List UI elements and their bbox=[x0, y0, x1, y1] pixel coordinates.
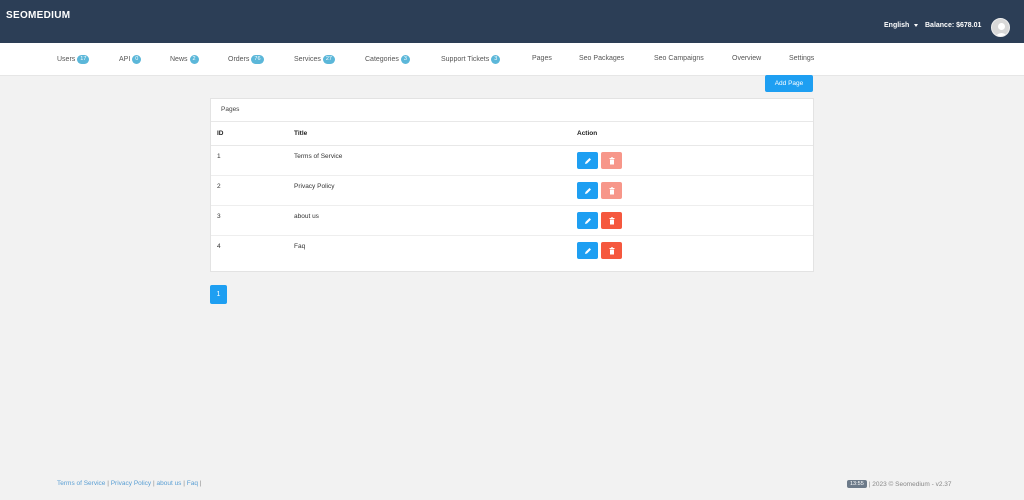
footer-link-terms[interactable]: Terms of Service bbox=[57, 480, 105, 487]
column-header-id: ID bbox=[217, 130, 224, 137]
pencil-icon bbox=[584, 217, 591, 224]
user-avatar[interactable] bbox=[991, 18, 1010, 37]
row-id: 3 bbox=[217, 213, 221, 220]
row-title: Faq bbox=[294, 243, 306, 250]
nav-services[interactable]: Services 27 bbox=[294, 55, 335, 64]
footer-links: Terms of Service | Privacy Policy | abou… bbox=[57, 480, 202, 487]
column-header-title: Title bbox=[294, 130, 308, 137]
footer-link-about[interactable]: about us bbox=[157, 480, 182, 487]
table-header: ID Title Action bbox=[211, 122, 813, 146]
nav-orders[interactable]: Orders 76 bbox=[228, 55, 264, 64]
trash-icon bbox=[609, 186, 614, 194]
table-row: 3 about us bbox=[211, 206, 813, 236]
count-badge: 76 bbox=[251, 55, 264, 64]
nav-label: Overview bbox=[732, 55, 762, 62]
nav-users[interactable]: Users 17 bbox=[57, 55, 90, 64]
table-row: 4 Faq bbox=[211, 236, 813, 266]
balance-display: Balance: $678.01 bbox=[925, 22, 982, 29]
nav-label: Support Tickets bbox=[441, 56, 490, 63]
count-badge: 3 bbox=[491, 55, 501, 64]
count-badge: 27 bbox=[322, 55, 335, 64]
nav-overview[interactable]: Overview bbox=[732, 55, 761, 62]
row-id: 1 bbox=[217, 153, 221, 160]
caret-down-icon bbox=[914, 24, 919, 27]
nav-seo-campaigns[interactable]: Seo Campaigns bbox=[654, 55, 704, 62]
nav-label: Seo Campaigns bbox=[654, 55, 704, 62]
delete-button[interactable] bbox=[601, 182, 622, 199]
count-badge: 17 bbox=[77, 55, 90, 64]
time-badge: 13:55 bbox=[847, 480, 867, 488]
delete-button[interactable] bbox=[601, 212, 622, 229]
edit-button[interactable] bbox=[577, 182, 598, 199]
table-row: 1 Terms of Service bbox=[211, 146, 813, 176]
trash-icon bbox=[609, 216, 614, 224]
panel-title: Pages bbox=[211, 99, 813, 122]
nav-label: API bbox=[119, 56, 131, 63]
row-title: about us bbox=[294, 213, 319, 220]
brand-logo[interactable]: SEOMEDIUM bbox=[6, 10, 70, 21]
table-row: 2 Privacy Policy bbox=[211, 176, 813, 206]
delete-button[interactable] bbox=[601, 242, 622, 259]
nav-label: Categories bbox=[365, 56, 399, 63]
pencil-icon bbox=[584, 187, 591, 194]
nav-label: Seo Packages bbox=[579, 55, 625, 62]
count-badge: 0 bbox=[132, 55, 142, 64]
main-nav: Users 17 API 0 News 2 Orders 76 Services… bbox=[0, 43, 1024, 76]
nav-settings[interactable]: Settings bbox=[789, 55, 814, 62]
nav-label: News bbox=[170, 56, 188, 63]
trash-icon bbox=[609, 246, 614, 254]
row-title: Privacy Policy bbox=[294, 183, 335, 190]
nav-label: Users bbox=[57, 56, 76, 63]
nav-label: Pages bbox=[532, 55, 552, 62]
edit-button[interactable] bbox=[577, 152, 598, 169]
nav-pages[interactable]: Pages bbox=[532, 55, 552, 62]
language-dropdown[interactable]: English bbox=[884, 22, 919, 29]
language-label: English bbox=[884, 22, 910, 29]
nav-news[interactable]: News 2 bbox=[170, 55, 199, 64]
row-title: Terms of Service bbox=[294, 153, 343, 160]
top-bar: SEOMEDIUM English Balance: $678.01 bbox=[0, 0, 1024, 43]
nav-label: Orders bbox=[228, 56, 250, 63]
footer-link-faq[interactable]: Faq bbox=[187, 480, 198, 487]
add-page-button[interactable]: Add Page bbox=[765, 75, 813, 92]
edit-button[interactable] bbox=[577, 212, 598, 229]
footer-info: 13:55 | 2023 © Seomedium - v2.37 bbox=[847, 480, 951, 488]
pages-panel: Pages ID Title Action 1 Terms of Service… bbox=[210, 98, 814, 272]
delete-button[interactable] bbox=[601, 152, 622, 169]
copyright-text: | 2023 © Seomedium - v2.37 bbox=[868, 480, 952, 488]
edit-button[interactable] bbox=[577, 242, 598, 259]
nav-api[interactable]: API 0 bbox=[119, 55, 142, 64]
trash-icon bbox=[609, 156, 614, 164]
nav-label: Services bbox=[294, 56, 321, 63]
nav-categories[interactable]: Categories 3 bbox=[365, 55, 410, 64]
nav-label: Settings bbox=[789, 55, 815, 62]
pagination-page-1[interactable]: 1 bbox=[210, 285, 227, 304]
row-id: 2 bbox=[217, 183, 221, 190]
row-id: 4 bbox=[217, 243, 221, 250]
pencil-icon bbox=[584, 157, 591, 164]
footer-link-privacy[interactable]: Privacy Policy bbox=[111, 480, 151, 487]
count-badge: 2 bbox=[189, 55, 199, 64]
nav-support-tickets[interactable]: Support Tickets 3 bbox=[441, 55, 501, 64]
user-icon bbox=[995, 23, 1008, 36]
nav-seo-packages[interactable]: Seo Packages bbox=[579, 55, 624, 62]
pencil-icon bbox=[584, 247, 591, 254]
count-badge: 3 bbox=[400, 55, 410, 64]
column-header-action: Action bbox=[577, 130, 598, 137]
